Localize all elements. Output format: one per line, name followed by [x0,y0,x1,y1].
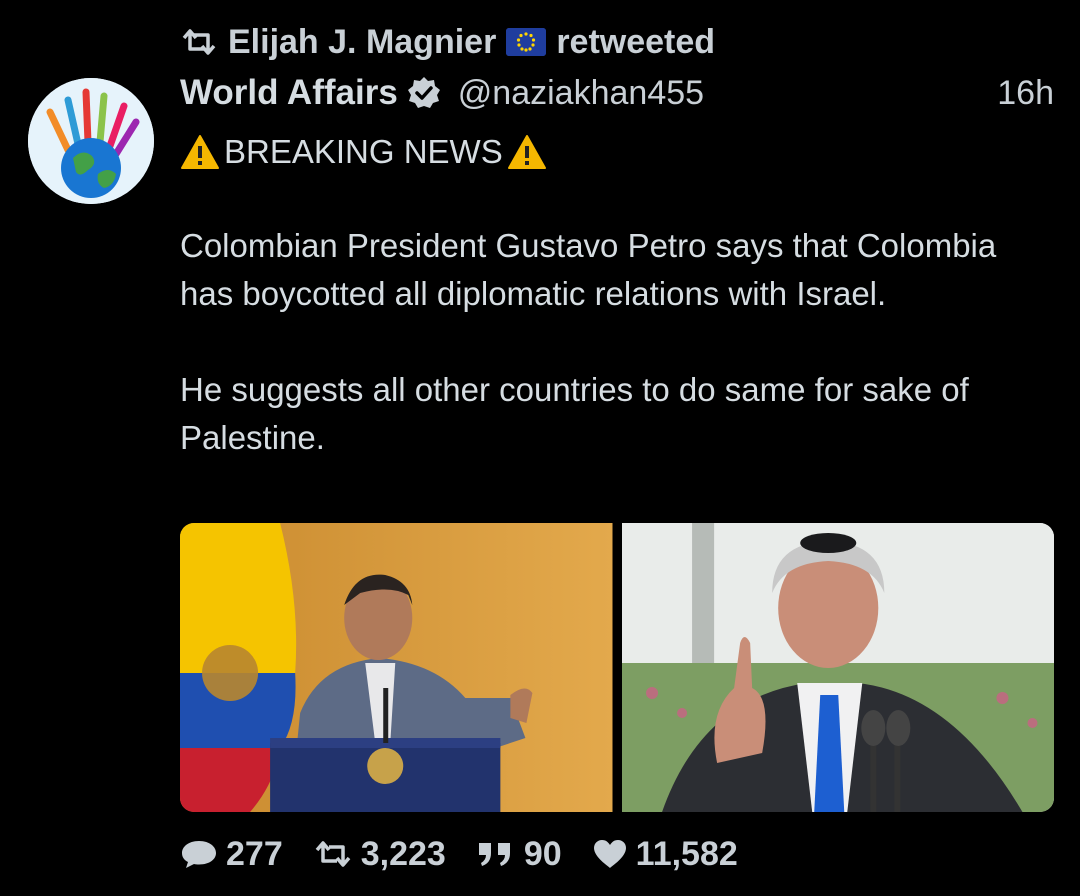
retweet-context[interactable]: Elijah J. Magnier retweeted [180,20,715,64]
retweet-icon [315,841,351,867]
tweet-paragraph-2: He suggests all other countries to do sa… [180,371,969,456]
quote-button[interactable]: 90 [476,835,562,874]
heart-icon [593,840,626,868]
eu-flag-icon [506,28,547,56]
quote-count: 90 [523,834,562,873]
tweet-header: World Affairs @naziakhan455 16h [180,70,1054,116]
breaking-news-text: BREAKING NEWS [224,133,503,170]
display-name[interactable]: World Affairs [180,73,398,113]
quote-icon [478,843,510,866]
breaking-headline: BREAKING NEWS [180,128,1050,176]
like-button[interactable]: 11,582 [592,835,738,874]
retweet-count: 3,223 [360,834,446,873]
tweet-paragraph-1: Colombian President Gustavo Petro says t… [180,227,997,312]
tweet-media [180,523,1054,812]
retweeted-label: retweeted [556,22,716,61]
tweet-actions: 277 3,223 90 11,582 [180,832,768,876]
tweet-body: BREAKING NEWS Colombian President Gustav… [180,128,1050,462]
media-photo-left[interactable] [180,523,613,812]
tweet-time[interactable]: 16h [997,74,1054,113]
netanyahu-image [621,523,1054,812]
reply-count: 277 [226,834,283,873]
retweet-button[interactable]: 3,223 [313,835,446,874]
verified-badge-icon [406,75,442,111]
hands-globe-avatar [28,78,154,204]
avatar[interactable] [28,78,154,204]
petro-podium-image [180,523,613,812]
like-count: 11,582 [635,834,738,873]
user-handle[interactable]: @naziakhan455 [458,74,704,113]
warning-icon [180,134,220,170]
retweet-icon [180,27,218,57]
warning-icon [507,134,547,170]
reply-icon [182,841,216,868]
media-photo-right[interactable] [621,523,1054,812]
reply-button[interactable]: 277 [180,835,283,874]
retweeter-name[interactable]: Elijah J. Magnier [228,23,496,62]
